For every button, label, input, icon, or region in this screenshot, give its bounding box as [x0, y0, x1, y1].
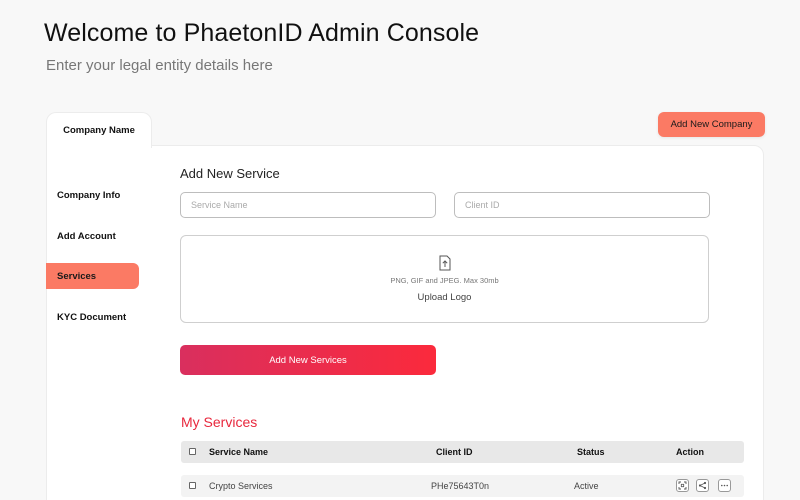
file-upload-icon — [439, 255, 451, 271]
upload-hint: PNG, GIF and JPEG. Max 30mb — [390, 276, 499, 285]
add-new-services-button[interactable]: Add New Services — [180, 345, 436, 375]
cell-client-id: PHe75643T0n — [431, 481, 490, 491]
cell-status: Active — [574, 481, 599, 491]
sidebar-item-services[interactable]: Services — [46, 263, 139, 289]
add-service-title: Add New Service — [180, 166, 280, 181]
sidebar-item-add-account[interactable]: Add Account — [46, 223, 139, 249]
column-header-action: Action — [676, 447, 704, 457]
column-header-status: Status — [577, 447, 605, 457]
tab-company-name[interactable]: Company Name — [46, 112, 152, 148]
logo-upload-dropzone[interactable]: PNG, GIF and JPEG. Max 30mb Upload Logo — [180, 235, 709, 323]
sidebar-item-company-info[interactable]: Company Info — [46, 182, 139, 208]
page-title: Welcome to PhaetonID Admin Console — [44, 19, 480, 47]
table-row[interactable]: Crypto Services PHe75643T0n Active — [181, 475, 744, 497]
row-checkbox[interactable] — [189, 482, 196, 489]
client-id-input[interactable] — [454, 192, 710, 218]
sidebar-item-kyc-document[interactable]: KYC Document — [46, 304, 139, 330]
service-name-input[interactable] — [180, 192, 436, 218]
cell-service-name: Crypto Services — [209, 481, 273, 491]
my-services-title: My Services — [181, 414, 258, 430]
page-subtitle: Enter your legal entity details here — [46, 57, 273, 74]
scan-icon[interactable] — [676, 479, 689, 492]
services-table-header: Service Name Client ID Status Action — [181, 441, 744, 463]
add-new-company-button[interactable]: Add New Company — [658, 112, 765, 137]
column-header-client-id: Client ID — [436, 447, 473, 457]
share-icon[interactable] — [696, 479, 709, 492]
more-icon[interactable] — [718, 479, 731, 492]
select-all-checkbox[interactable] — [189, 448, 196, 455]
column-header-service-name: Service Name — [209, 447, 269, 457]
upload-logo-label: Upload Logo — [417, 292, 472, 303]
